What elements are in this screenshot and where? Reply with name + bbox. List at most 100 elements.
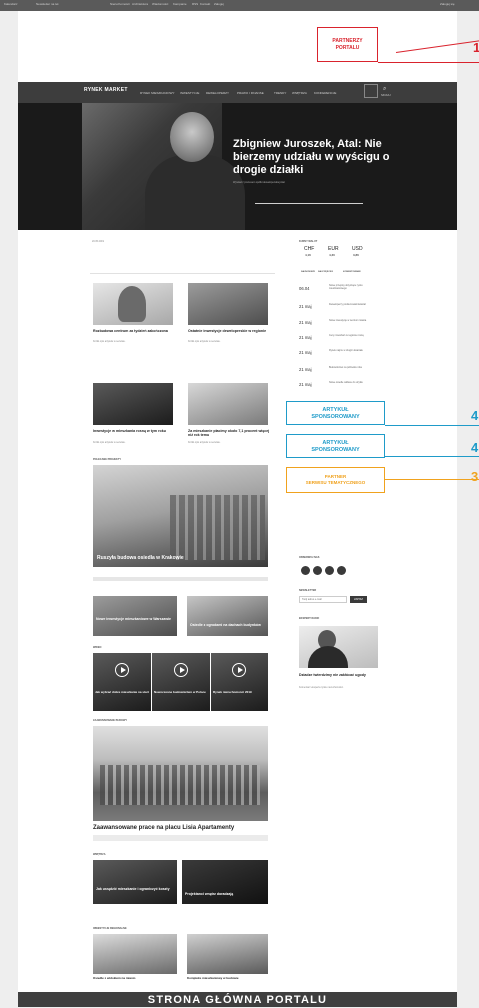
expert-article-title[interactable]: Dziadze twierdzimy nie zakłócać ugody xyxy=(299,673,378,677)
video-thumb[interactable] xyxy=(211,653,268,711)
news-date: 21 maj xyxy=(299,304,312,309)
login-link[interactable]: Zaloguj się xyxy=(440,2,455,6)
top-strip-item[interactable]: Newsletter na tel. xyxy=(36,2,59,6)
nav-item[interactable]: INWESTYCJE xyxy=(180,91,199,95)
nav-app-icon[interactable] xyxy=(364,84,378,98)
expert-article-lead: Komentarz eksperta rynku nieruchomości. xyxy=(299,686,344,689)
newsletter-email-input[interactable] xyxy=(299,596,347,603)
investment-title[interactable]: Osiedle z widokiem na miasto xyxy=(93,976,177,980)
site-logo[interactable]: RYNEK MARKET xyxy=(84,87,128,93)
search-label[interactable]: SZUKAJ xyxy=(381,94,391,97)
article-image[interactable] xyxy=(93,383,173,425)
investment-title[interactable]: Kompleks mieszkaniowy w budowie xyxy=(187,976,268,980)
news-link[interactable]: Budownictwo na półmetku roku xyxy=(329,366,374,369)
nav-item[interactable]: KONFERENCJE xyxy=(314,91,336,95)
news-link[interactable]: Ceny mieszkań w regionie rosną xyxy=(329,334,374,337)
rss-icon[interactable] xyxy=(337,566,346,575)
news-link[interactable]: Deweloperzy podsumowali kwartał xyxy=(329,303,374,306)
search-icon[interactable]: ⌕ xyxy=(383,86,386,93)
article-lead: Krótki opis artykułu w serwisie. xyxy=(93,441,126,444)
top-strip-item[interactable]: Kalendarz xyxy=(4,2,18,6)
interior-title[interactable]: Jak urządzić mieszkanie i ograniczyć kos… xyxy=(96,887,174,891)
play-icon[interactable] xyxy=(115,663,129,677)
feature-title[interactable]: Osiedle z ogrodami na dachach budynków xyxy=(190,623,266,627)
interior-title[interactable]: Projektanci wnętrz doradzają xyxy=(185,892,265,896)
top-strip-item[interactable]: RSS xyxy=(192,2,198,6)
sponsored-callout: ARTYKUŁ SPONSOROWANY xyxy=(286,401,385,425)
currency-heading: KURSY WALUT xyxy=(299,240,318,243)
top-strip-item[interactable]: Nieruchomości xyxy=(110,2,130,6)
section-heading: ZAAWANSOWANE BUDOWY xyxy=(93,719,128,722)
play-icon[interactable] xyxy=(232,663,246,677)
currency-value: 4,30 xyxy=(329,253,335,257)
featured-title[interactable]: Ruszyła budowa osiedla w Krakowie xyxy=(97,555,267,560)
page-caption: STRONA GŁÓWNA PORTALU xyxy=(18,992,457,1007)
article-title[interactable]: Inwestycje w mieszkania rosną w tym roku xyxy=(93,429,175,433)
nav-item[interactable]: TRENDY xyxy=(274,91,286,95)
twitter-icon[interactable] xyxy=(313,566,322,575)
nav-item[interactable]: PRAWO I FINANSE xyxy=(237,91,264,95)
news-tab[interactable]: KOMENTOWANE xyxy=(343,271,361,273)
linkedin-icon[interactable] xyxy=(325,566,334,575)
section-heading: POLECANE PROJEKTY xyxy=(93,458,122,461)
hero-divider xyxy=(255,203,363,204)
article-image[interactable] xyxy=(188,383,268,425)
hero-lead: Wywiad z prezesem spółki deweloperskiej … xyxy=(233,181,286,184)
interior-image[interactable] xyxy=(93,860,177,904)
video-thumb[interactable] xyxy=(93,653,151,711)
article-title[interactable]: Rozbudowa centrum za tydzień zakończona xyxy=(93,329,175,333)
article-title[interactable]: Za mieszkanie płacimy około 7,1 procent … xyxy=(188,429,270,438)
date-label: 20.05.2019 xyxy=(92,240,104,243)
top-strip-item[interactable]: Wiadomości xyxy=(152,2,168,6)
callout-leader-line xyxy=(385,456,479,457)
currency-code: USD xyxy=(352,246,363,252)
news-date: 21 maj xyxy=(299,382,312,387)
currency-value: 4,16 xyxy=(305,253,311,257)
partners-callout: PARTNERZY PORTALU xyxy=(317,27,378,62)
feature-image[interactable] xyxy=(93,596,177,636)
interior-image[interactable] xyxy=(182,860,268,904)
hero-photo-face xyxy=(170,112,214,162)
news-tab[interactable]: NAJNOWSZE xyxy=(301,271,315,273)
article-title[interactable]: Ostatnie inwestycje deweloperskie w regi… xyxy=(188,329,270,333)
social-heading: OBSERWUJ NAS xyxy=(299,556,320,559)
apartments-title[interactable]: Zaawansowane prace na placu Lisia Aparta… xyxy=(93,825,268,832)
news-link[interactable]: Nowe przepisy dotyczące rynku mieszkanio… xyxy=(329,284,374,290)
hero-title[interactable]: Zbigniew Juroszek, Atal: Nie bierzemy ud… xyxy=(233,138,393,177)
news-tab[interactable]: NAJCZĘŚCIEJ xyxy=(318,271,333,273)
nav-item[interactable]: DEWELOPERZY xyxy=(206,91,229,95)
top-strip-item[interactable]: Architektura xyxy=(132,2,148,6)
news-date: 21 maj xyxy=(299,320,312,325)
play-icon[interactable] xyxy=(174,663,188,677)
investment-image[interactable] xyxy=(187,934,268,974)
apartments-lead-placeholder xyxy=(93,835,268,841)
feature-image[interactable] xyxy=(187,596,268,636)
browser-top-strip: Kalendarz Newsletter na tel. Nieruchomoś… xyxy=(0,0,479,11)
callout-number: 3 xyxy=(471,469,479,484)
news-link[interactable]: Rynek najmu w drugim kwartale xyxy=(329,349,374,352)
nav-item[interactable]: RYNEK MIESZKANIOWY xyxy=(140,91,174,95)
feature-title[interactable]: Nowe inwestycje mieszkaniowe w Warszawie xyxy=(96,617,174,621)
news-date: 21 maj xyxy=(299,335,312,340)
nav-item[interactable]: WNĘTRZA xyxy=(292,91,307,95)
top-strip-item[interactable]: Kampanie xyxy=(173,2,187,6)
video-title[interactable]: Rynek nieruchomości 2019 xyxy=(213,690,267,694)
top-strip-item[interactable]: Zaloguj xyxy=(214,2,224,6)
callout-leader-line xyxy=(385,479,479,480)
video-title[interactable]: Nowoczesne budownictwo w Polsce xyxy=(154,690,209,694)
news-link[interactable]: Nowe inwestycje w centrum miasta xyxy=(329,319,374,322)
investment-image[interactable] xyxy=(93,934,177,974)
callout-leader-line xyxy=(378,62,479,63)
video-title[interactable]: Jak wybrać dobre mieszkanie na start xyxy=(95,690,150,694)
article-image[interactable] xyxy=(188,283,268,325)
facebook-icon[interactable] xyxy=(301,566,310,575)
section-heading: WIDEO xyxy=(93,646,102,649)
expert-heading: EKSPERT RADZI xyxy=(299,617,320,620)
newsletter-submit-button[interactable]: ZAPISZ xyxy=(350,596,367,603)
news-link[interactable]: Nowe osiedle oddane do użytku xyxy=(329,381,374,384)
currency-value: 3,86 xyxy=(353,253,359,257)
video-thumb[interactable] xyxy=(152,653,210,711)
section-heading: WNĘTRZA xyxy=(93,853,106,856)
news-date: 21 maj xyxy=(299,367,312,372)
top-strip-item[interactable]: Kontakt xyxy=(200,2,210,6)
